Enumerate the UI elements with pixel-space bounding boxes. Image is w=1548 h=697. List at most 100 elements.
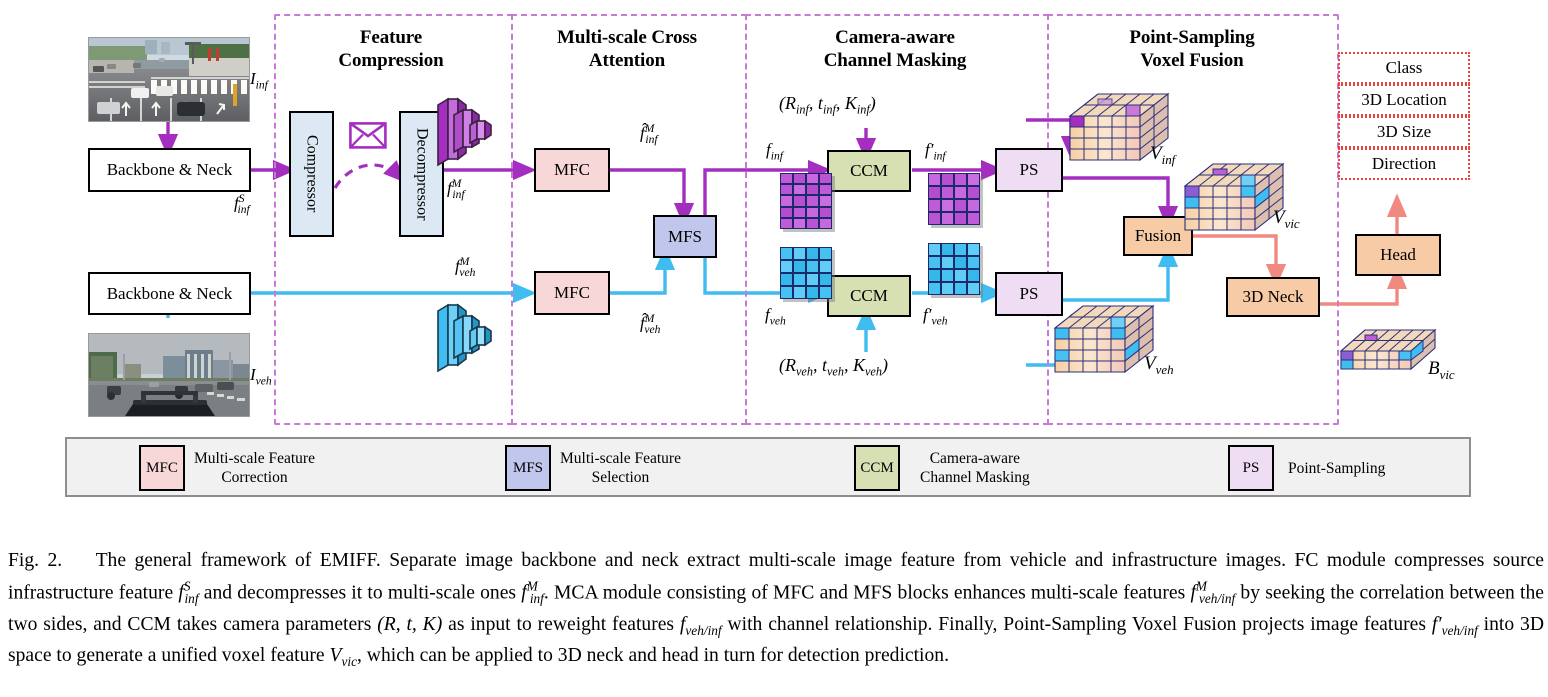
figure-emiff-framework: Feature Compression Multi-scale Cross At…: [0, 0, 1548, 697]
legend-chip-mfs-label: MFS: [512, 459, 544, 476]
output-3d-size-label: 3D Size: [1376, 122, 1432, 141]
module-title-line2: Attention: [588, 50, 666, 71]
mfs-box[interactable]: MFS: [653, 215, 717, 258]
label-b-vic-base: B: [1428, 358, 1440, 379]
label-i-veh-sub: veh: [255, 374, 272, 388]
vehicle-image: [88, 333, 250, 417]
legend-text-mfs: Multi-scale Feature Selection: [560, 449, 681, 487]
legend-text-ccm: Camera-aware Channel Masking: [920, 449, 1030, 487]
label-b-vic-sub: vic: [1439, 366, 1455, 382]
label-f-inf: finf: [766, 140, 783, 162]
legend-chip-mfc-label: MFC: [146, 459, 178, 476]
legend-text-mfc-line1: Multi-scale Feature: [194, 450, 315, 467]
backbone-neck-infrastructure-box[interactable]: Backbone & Neck: [88, 148, 251, 192]
feature-map-f-veh: [780, 247, 832, 299]
backbone-neck-infrastructure-label: Backbone & Neck: [106, 160, 233, 179]
compressor-box[interactable]: Compressor: [289, 111, 334, 237]
fusion-label: Fusion: [1134, 226, 1182, 245]
mfc-vehicle-box[interactable]: MFC: [534, 271, 610, 315]
output-3d-location-box: 3D Location: [1338, 84, 1470, 116]
ccm-vehicle-box[interactable]: CCM: [827, 275, 911, 317]
legend-text-ccm-line1: Camera-aware: [929, 450, 1021, 467]
backbone-neck-vehicle-label: Backbone & Neck: [106, 283, 233, 303]
cam-inf-R: R: [785, 93, 796, 113]
module-title-line1: Feature: [359, 27, 423, 48]
legend-panel: MFC Multi-scale Feature Correction MFS M…: [65, 437, 1471, 497]
cam-inf-K: K: [844, 93, 857, 113]
figure-caption-text: The general framework of EMIFF. Separate…: [8, 550, 1544, 670]
voxel-b-vic: [1337, 325, 1441, 381]
label-f-inf-s: fSinf: [234, 192, 250, 216]
figure-caption: Fig. 2. The general framework of EMIFF. …: [8, 548, 1544, 675]
label-v-inf-sub: inf: [1161, 151, 1176, 167]
legend-text-mfs-line2: Selection: [591, 469, 650, 486]
head-box[interactable]: Head: [1355, 234, 1441, 276]
legend-item-mfc: MFC Multi-scale Feature Correction: [139, 445, 315, 491]
label-f-inf-sub: inf: [770, 149, 783, 163]
module-title-multi-scale-cross-attention: Multi-scale Cross Attention: [515, 26, 739, 72]
output-class-label: Class: [1385, 58, 1423, 77]
label-fhat-inf-m-sub: inf: [645, 133, 658, 147]
neck3d-box[interactable]: 3D Neck: [1226, 277, 1320, 317]
figure-caption-number: Fig. 2.: [8, 550, 63, 571]
label-v-inf: Vinf: [1150, 143, 1175, 168]
camera-params-infrastructure: (Rinf, tinf, Kinf): [779, 93, 876, 117]
label-fhat-veh-m: f̂Mveh: [640, 312, 660, 336]
cam-veh-K: K: [852, 355, 865, 375]
output-direction-label: Direction: [1371, 154, 1437, 173]
camera-params-vehicle: (Rveh, tveh, Kveh): [779, 355, 888, 379]
cam-inf-K-sub: inf: [856, 102, 870, 117]
output-3d-size-box: 3D Size: [1338, 116, 1470, 148]
mfc-infrastructure-box[interactable]: MFC: [534, 148, 610, 192]
legend-chip-ccm-label: CCM: [860, 459, 894, 476]
ccm-vehicle-label: CCM: [850, 286, 888, 305]
module-title-point-sampling-voxel-fusion: Point-Sampling Voxel Fusion: [1052, 26, 1332, 72]
label-fprime-inf: f′inf: [925, 140, 946, 162]
ps-infrastructure-box[interactable]: PS: [995, 148, 1063, 192]
label-v-vic-base: V: [1273, 207, 1285, 228]
label-v-veh-sub: veh: [1155, 361, 1174, 377]
envelope-icon: [349, 122, 387, 149]
neck3d-label: 3D Neck: [1242, 287, 1304, 306]
ccm-infrastructure-box[interactable]: CCM: [827, 150, 911, 192]
label-f-veh: fveh: [765, 305, 786, 327]
legend-chip-ps-label: PS: [1242, 459, 1260, 476]
legend-chip-mfs: MFS: [505, 445, 551, 491]
legend-item-ccm: CCM Camera-aware Channel Masking: [854, 445, 1030, 491]
label-v-vic: Vvic: [1273, 207, 1300, 232]
legend-chip-mfc: MFC: [139, 445, 185, 491]
label-f-veh-sub: veh: [769, 314, 786, 328]
mfs-label: MFS: [667, 226, 703, 246]
ps-infrastructure-label: PS: [1019, 160, 1039, 179]
label-i-inf: Iinf: [250, 69, 268, 91]
module-title-line1: Multi-scale Cross: [557, 27, 697, 48]
label-v-vic-sub: vic: [1284, 215, 1300, 231]
label-fprime-veh: f′veh: [923, 305, 947, 327]
legend-chip-ccm: CCM: [854, 445, 900, 491]
module-title-line2: Channel Masking: [823, 50, 967, 71]
label-fhat-veh-m-sub: veh: [644, 323, 661, 337]
legend-text-ps: Point-Sampling: [1288, 459, 1385, 478]
compressor-label: Compressor: [303, 135, 321, 213]
output-class-box: Class: [1338, 52, 1470, 84]
backbone-neck-vehicle-box[interactable]: Backbone & Neck: [88, 272, 251, 315]
legend-text-mfc-line2: Correction: [221, 469, 288, 486]
ps-vehicle-label: PS: [1019, 284, 1039, 303]
label-i-veh: Iveh: [250, 365, 272, 387]
label-v-inf-base: V: [1150, 143, 1162, 164]
label-fprime-inf-sub: inf: [933, 149, 946, 163]
cam-inf-R-sub: inf: [796, 102, 809, 117]
decompressor-label: Decompressor: [413, 127, 431, 221]
legend-text-mfc: Multi-scale Feature Correction: [194, 449, 315, 487]
module-title-line2: Voxel Fusion: [1140, 50, 1244, 71]
legend-item-mfs: MFS Multi-scale Feature Selection: [505, 445, 681, 491]
label-f-inf-m: fMinf: [447, 177, 465, 201]
cam-veh-R-sub: veh: [796, 364, 813, 379]
label-f-veh-m-sub: veh: [459, 266, 476, 280]
cam-inf-t-sub: inf: [822, 102, 836, 117]
head-label: Head: [1380, 245, 1416, 264]
voxel-v-veh: [1050, 300, 1158, 380]
mfc-vehicle-label: MFC: [554, 283, 590, 302]
label-i-inf-sub: inf: [255, 78, 268, 92]
module-title-line2: Compression: [338, 50, 444, 71]
